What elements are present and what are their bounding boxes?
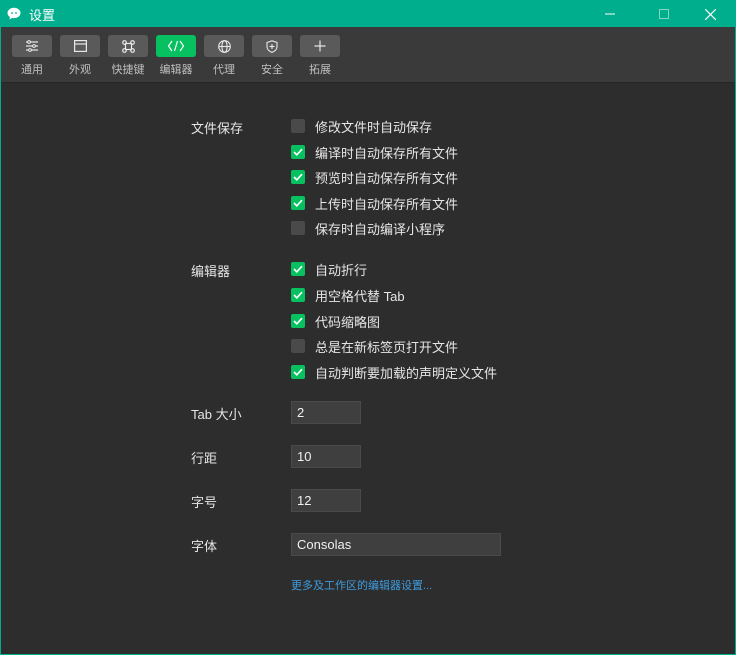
settings-window: 设置 通用 外观 快捷键 编辑器 代理 安全 拓展 文件保存 修改文件时自动保存…: [0, 0, 736, 655]
code-icon[interactable]: [156, 35, 196, 57]
line-height-label: 行距: [191, 451, 218, 466]
option-label: 代码缩略图: [315, 314, 381, 330]
option-compile-on-save[interactable]: 保存时自动编译小程序: [291, 220, 446, 237]
option-label: 预览时自动保存所有文件: [315, 170, 459, 186]
plus-icon[interactable]: [300, 35, 340, 57]
tab-size-label: Tab 大小: [191, 407, 242, 422]
check-icon: [293, 265, 303, 273]
check-icon: [293, 173, 303, 181]
tab-label: 编辑器: [159, 64, 193, 76]
font-size-input[interactable]: 12: [291, 489, 361, 512]
check-icon: [293, 368, 303, 376]
check-icon: [293, 148, 303, 156]
window-icon[interactable]: [60, 35, 100, 57]
font-family-label: 字体: [191, 539, 218, 554]
globe-icon[interactable]: [204, 35, 244, 57]
line-height-input[interactable]: 10: [291, 445, 361, 468]
checkbox[interactable]: [291, 145, 305, 159]
file-save-section-label: 文件保存: [191, 121, 244, 136]
maximize-button[interactable]: [641, 1, 687, 27]
tab-appearance[interactable]: 外观: [60, 35, 100, 79]
check-icon: [293, 199, 303, 207]
checkbox[interactable]: [291, 196, 305, 210]
checkbox[interactable]: [291, 365, 305, 379]
tab-label: 安全: [261, 64, 283, 76]
checkbox[interactable]: [291, 339, 305, 353]
tab-editor[interactable]: 编辑器: [156, 35, 196, 79]
close-button[interactable]: [687, 1, 733, 27]
font-family-input[interactable]: Consolas: [291, 533, 501, 556]
option-label: 编译时自动保存所有文件: [315, 145, 459, 161]
checkbox[interactable]: [291, 288, 305, 302]
editor-section-label: 编辑器: [191, 264, 231, 279]
shield-icon[interactable]: [252, 35, 292, 57]
option-label: 自动判断要加载的声明定义文件: [315, 365, 498, 381]
option-label: 上传时自动保存所有文件: [315, 196, 459, 212]
more-editor-settings-link[interactable]: 更多及工作区的编辑器设置...: [291, 577, 432, 593]
checkbox[interactable]: [291, 262, 305, 276]
option-open-in-new-tab[interactable]: 总是在新标签页打开文件: [291, 338, 459, 355]
command-icon[interactable]: [108, 35, 148, 57]
option-save-on-compile[interactable]: 编译时自动保存所有文件: [291, 144, 459, 161]
tab-shortcuts[interactable]: 快捷键: [108, 35, 148, 79]
checkbox[interactable]: [291, 221, 305, 235]
tab-extensions[interactable]: 拓展: [300, 35, 340, 79]
tab-label: 代理: [213, 64, 235, 76]
check-icon: [293, 317, 303, 325]
option-auto-load-declarations[interactable]: 自动判断要加载的声明定义文件: [291, 364, 498, 381]
minimize-button[interactable]: [587, 1, 633, 27]
checkbox[interactable]: [291, 170, 305, 184]
option-word-wrap[interactable]: 自动折行: [291, 261, 368, 278]
tab-size-input[interactable]: 2: [291, 401, 361, 424]
tab-label: 拓展: [309, 64, 331, 76]
checkbox[interactable]: [291, 119, 305, 133]
settings-content: 文件保存 修改文件时自动保存 编译时自动保存所有文件 预览时自动保存所有文件 上…: [1, 84, 735, 654]
tab-label: 快捷键: [111, 64, 145, 76]
option-minimap[interactable]: 代码缩略图: [291, 313, 381, 330]
checkbox[interactable]: [291, 314, 305, 328]
option-label: 总是在新标签页打开文件: [315, 339, 459, 355]
option-save-on-preview[interactable]: 预览时自动保存所有文件: [291, 169, 459, 186]
tab-security[interactable]: 安全: [252, 35, 292, 79]
settings-toolbar: 通用 外观 快捷键 编辑器 代理 安全 拓展: [1, 27, 735, 83]
sliders-icon[interactable]: [12, 35, 52, 57]
option-spaces-for-tab[interactable]: 用空格代替 Tab: [291, 287, 405, 304]
window-title: 设置: [29, 7, 56, 23]
option-label: 修改文件时自动保存: [315, 119, 433, 135]
option-auto-save-on-modify[interactable]: 修改文件时自动保存: [291, 118, 433, 135]
tab-proxy[interactable]: 代理: [204, 35, 244, 79]
tab-label: 外观: [69, 64, 91, 76]
wechat-logo-icon: [6, 5, 24, 23]
check-icon: [293, 291, 303, 299]
option-save-on-upload[interactable]: 上传时自动保存所有文件: [291, 195, 459, 212]
tab-general[interactable]: 通用: [12, 35, 52, 79]
tab-label: 通用: [21, 64, 43, 76]
option-label: 自动折行: [315, 262, 368, 278]
title-bar: 设置: [1, 1, 735, 27]
option-label: 保存时自动编译小程序: [315, 221, 446, 237]
font-size-label: 字号: [191, 495, 218, 510]
option-label: 用空格代替 Tab: [315, 288, 405, 304]
